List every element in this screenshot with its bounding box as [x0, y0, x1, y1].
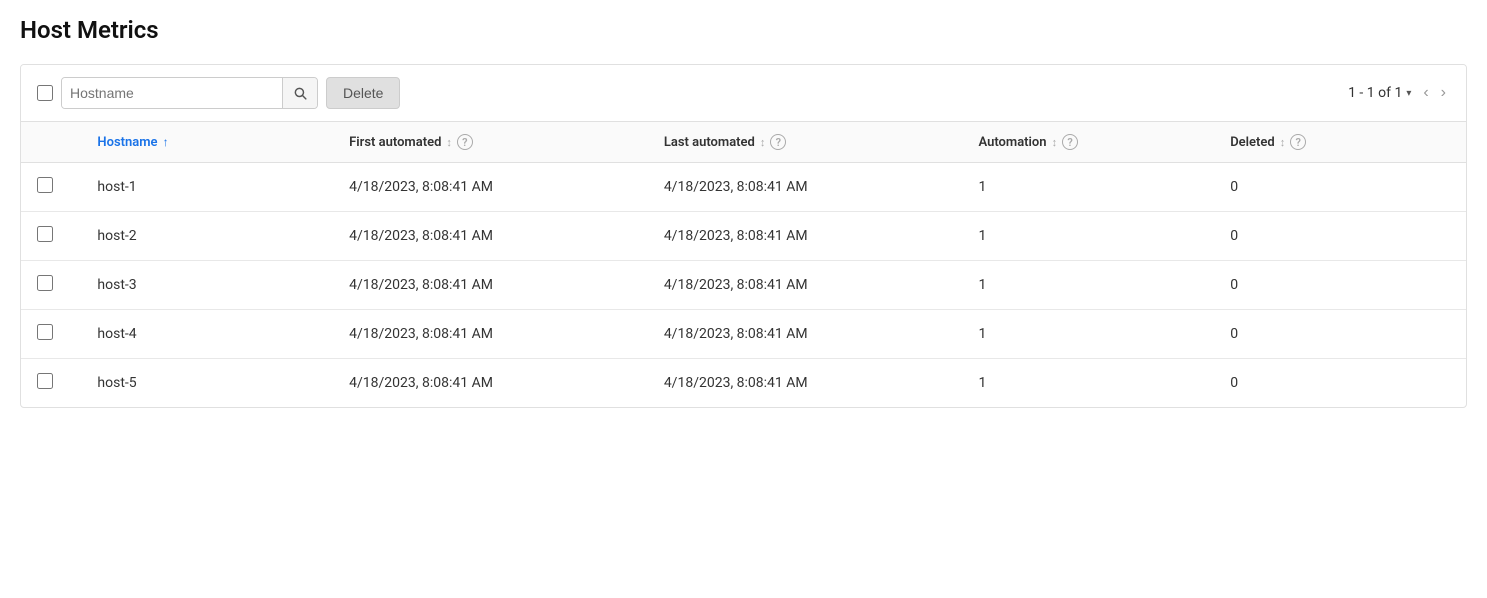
table-body: host-1 4/18/2023, 8:08:41 AM 4/18/2023, … — [21, 163, 1466, 408]
table-header: Hostname ↑ First automated ↕ ? Las — [21, 122, 1466, 163]
select-all-checkbox[interactable] — [37, 85, 53, 101]
row-checkbox-cell — [21, 163, 81, 212]
row-deleted: 0 — [1214, 163, 1466, 212]
row-automation: 1 — [962, 310, 1214, 359]
row-deleted: 0 — [1214, 212, 1466, 261]
search-icon — [293, 86, 307, 100]
row-deleted: 0 — [1214, 261, 1466, 310]
table-row: host-5 4/18/2023, 8:08:41 AM 4/18/2023, … — [21, 359, 1466, 408]
page-title: Host Metrics — [20, 16, 1467, 44]
th-deleted-label: Deleted — [1230, 135, 1275, 150]
nav-next-icon: › — [1441, 84, 1446, 102]
th-last-automated-label: Last automated — [664, 135, 755, 150]
prev-page-button[interactable]: ‹ — [1419, 84, 1432, 102]
table-row: host-1 4/18/2023, 8:08:41 AM 4/18/2023, … — [21, 163, 1466, 212]
row-checkbox-0[interactable] — [37, 177, 53, 193]
row-last-automated: 4/18/2023, 8:08:41 AM — [648, 212, 963, 261]
pagination-dropdown[interactable]: ▾ — [1406, 88, 1411, 99]
sort-asc-icon[interactable]: ↑ — [163, 135, 169, 149]
row-last-automated: 4/18/2023, 8:08:41 AM — [648, 359, 963, 408]
row-automation: 1 — [962, 163, 1214, 212]
pagination-text: 1 - 1 of 1 — [1348, 85, 1402, 101]
toolbar-right: 1 - 1 of 1 ▾ ‹ › — [1348, 84, 1450, 102]
row-last-automated: 4/18/2023, 8:08:41 AM — [648, 163, 963, 212]
row-last-automated: 4/18/2023, 8:08:41 AM — [648, 310, 963, 359]
nav-prev-icon: ‹ — [1423, 84, 1428, 102]
row-hostname: host-2 — [81, 212, 333, 261]
th-hostname: Hostname ↑ — [81, 122, 333, 163]
row-hostname: host-5 — [81, 359, 333, 408]
help-icon-1[interactable]: ? — [457, 134, 473, 150]
row-checkbox-cell — [21, 212, 81, 261]
row-hostname: host-4 — [81, 310, 333, 359]
sort-neutral-icon-3[interactable]: ↕ — [1052, 136, 1058, 149]
row-automation: 1 — [962, 212, 1214, 261]
row-automation: 1 — [962, 359, 1214, 408]
row-checkbox-2[interactable] — [37, 275, 53, 291]
row-checkbox-3[interactable] — [37, 324, 53, 340]
row-first-automated: 4/18/2023, 8:08:41 AM — [333, 310, 648, 359]
delete-button[interactable]: Delete — [326, 77, 400, 109]
pagination-nav: ‹ › — [1419, 84, 1450, 102]
table-row: host-2 4/18/2023, 8:08:41 AM 4/18/2023, … — [21, 212, 1466, 261]
row-checkbox-cell — [21, 261, 81, 310]
next-page-button[interactable]: › — [1437, 84, 1450, 102]
th-checkbox — [21, 122, 81, 163]
row-first-automated: 4/18/2023, 8:08:41 AM — [333, 163, 648, 212]
row-first-automated: 4/18/2023, 8:08:41 AM — [333, 261, 648, 310]
search-input[interactable] — [62, 78, 282, 108]
th-first-automated-label: First automated — [349, 135, 441, 150]
sort-neutral-icon-4[interactable]: ↕ — [1280, 136, 1286, 149]
sort-neutral-icon-2[interactable]: ↕ — [760, 136, 766, 149]
row-last-automated: 4/18/2023, 8:08:41 AM — [648, 261, 963, 310]
row-automation: 1 — [962, 261, 1214, 310]
row-deleted: 0 — [1214, 359, 1466, 408]
th-first-automated: First automated ↕ ? — [333, 122, 648, 163]
sort-neutral-icon-1[interactable]: ↕ — [446, 136, 452, 149]
row-deleted: 0 — [1214, 310, 1466, 359]
table-row: host-3 4/18/2023, 8:08:41 AM 4/18/2023, … — [21, 261, 1466, 310]
row-checkbox-cell — [21, 310, 81, 359]
data-table: Hostname ↑ First automated ↕ ? Las — [21, 122, 1466, 407]
chevron-down-icon: ▾ — [1406, 88, 1411, 99]
search-button[interactable] — [282, 78, 317, 108]
row-first-automated: 4/18/2023, 8:08:41 AM — [333, 359, 648, 408]
row-first-automated: 4/18/2023, 8:08:41 AM — [333, 212, 648, 261]
pagination-info: 1 - 1 of 1 ▾ — [1348, 85, 1411, 101]
row-checkbox-4[interactable] — [37, 373, 53, 389]
help-icon-2[interactable]: ? — [770, 134, 786, 150]
row-checkbox-cell — [21, 359, 81, 408]
toolbar: Delete 1 - 1 of 1 ▾ ‹ › — [21, 65, 1466, 122]
row-hostname: host-3 — [81, 261, 333, 310]
help-icon-4[interactable]: ? — [1290, 134, 1306, 150]
search-input-wrapper — [61, 77, 318, 109]
help-icon-3[interactable]: ? — [1062, 134, 1078, 150]
row-checkbox-1[interactable] — [37, 226, 53, 242]
toolbar-left: Delete — [37, 77, 1340, 109]
page-wrapper: Host Metrics Delete 1 — [0, 0, 1487, 424]
table-container: Delete 1 - 1 of 1 ▾ ‹ › — [20, 64, 1467, 408]
th-automation: Automation ↕ ? — [962, 122, 1214, 163]
th-last-automated: Last automated ↕ ? — [648, 122, 963, 163]
th-deleted: Deleted ↕ ? — [1214, 122, 1466, 163]
table-row: host-4 4/18/2023, 8:08:41 AM 4/18/2023, … — [21, 310, 1466, 359]
header-row: Hostname ↑ First automated ↕ ? Las — [21, 122, 1466, 163]
row-hostname: host-1 — [81, 163, 333, 212]
th-automation-label: Automation — [978, 135, 1046, 150]
th-hostname-label: Hostname — [97, 135, 157, 150]
